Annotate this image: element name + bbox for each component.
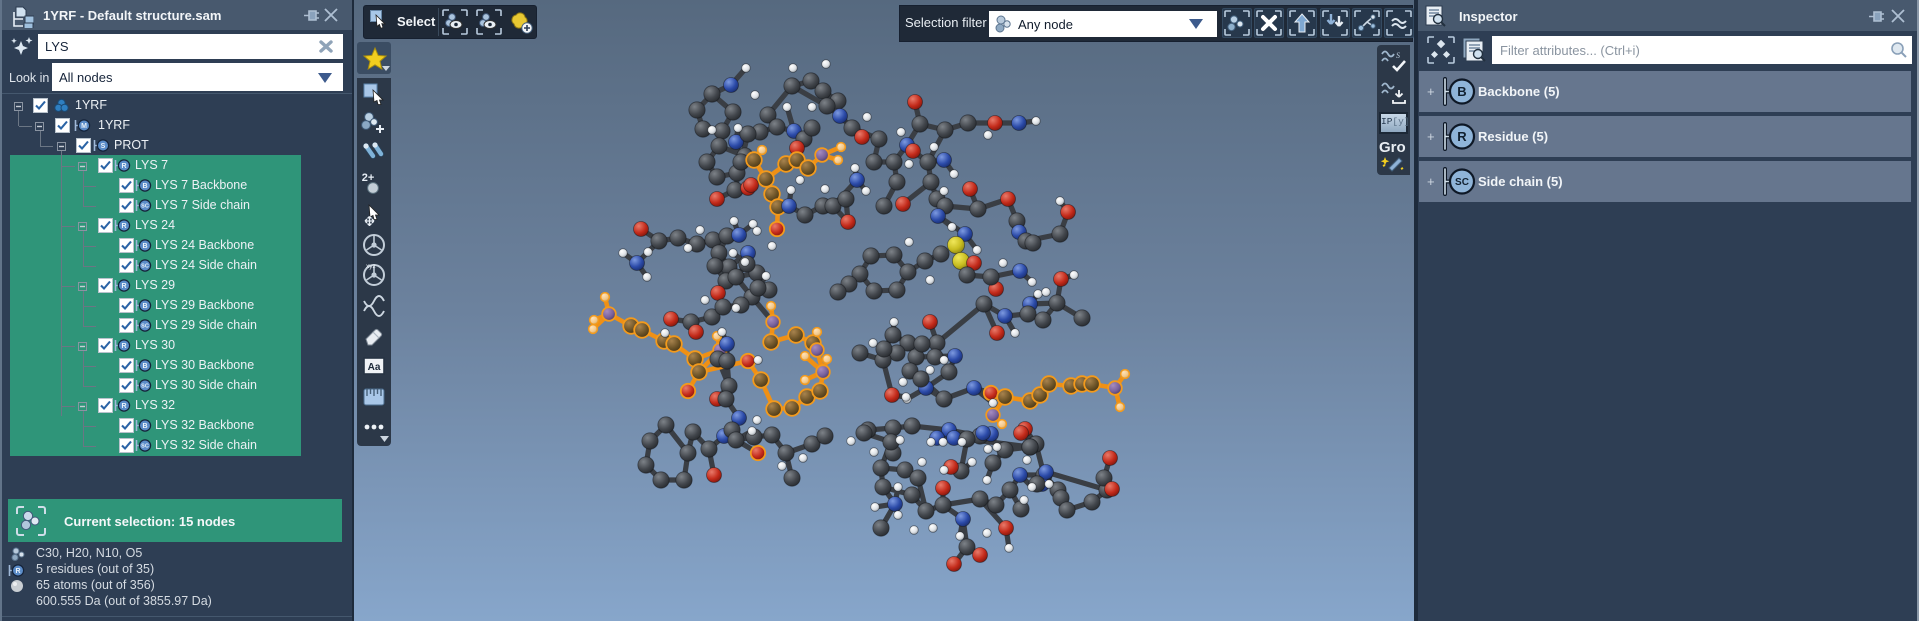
svg-text:SC: SC <box>141 324 149 330</box>
svg-text:R: R <box>121 403 126 410</box>
svg-text:R: R <box>15 568 20 575</box>
svg-text:B: B <box>1457 84 1466 99</box>
svg-text:R: R <box>121 283 126 290</box>
svg-text:SC: SC <box>141 264 149 270</box>
svg-text:S: S <box>101 143 106 150</box>
svg-text:R: R <box>121 163 126 170</box>
svg-text:Aa: Aa <box>368 362 381 373</box>
svg-text:SC: SC <box>141 384 149 390</box>
svg-text:B: B <box>142 183 147 190</box>
svg-text:B: B <box>142 303 147 310</box>
svg-text:SC: SC <box>141 444 149 450</box>
svg-text:SC: SC <box>1455 177 1469 188</box>
svg-text:B: B <box>142 363 147 370</box>
svg-text:S: S <box>1396 51 1400 60</box>
svg-text:SC: SC <box>141 204 149 210</box>
svg-text:M: M <box>81 123 87 130</box>
svg-text:R: R <box>121 223 126 230</box>
svg-text:B: B <box>142 423 147 430</box>
svg-text:R: R <box>1457 129 1467 144</box>
svg-text:xyz: xyz <box>366 263 376 270</box>
svg-text:B: B <box>142 243 147 250</box>
svg-text:R: R <box>121 343 126 350</box>
